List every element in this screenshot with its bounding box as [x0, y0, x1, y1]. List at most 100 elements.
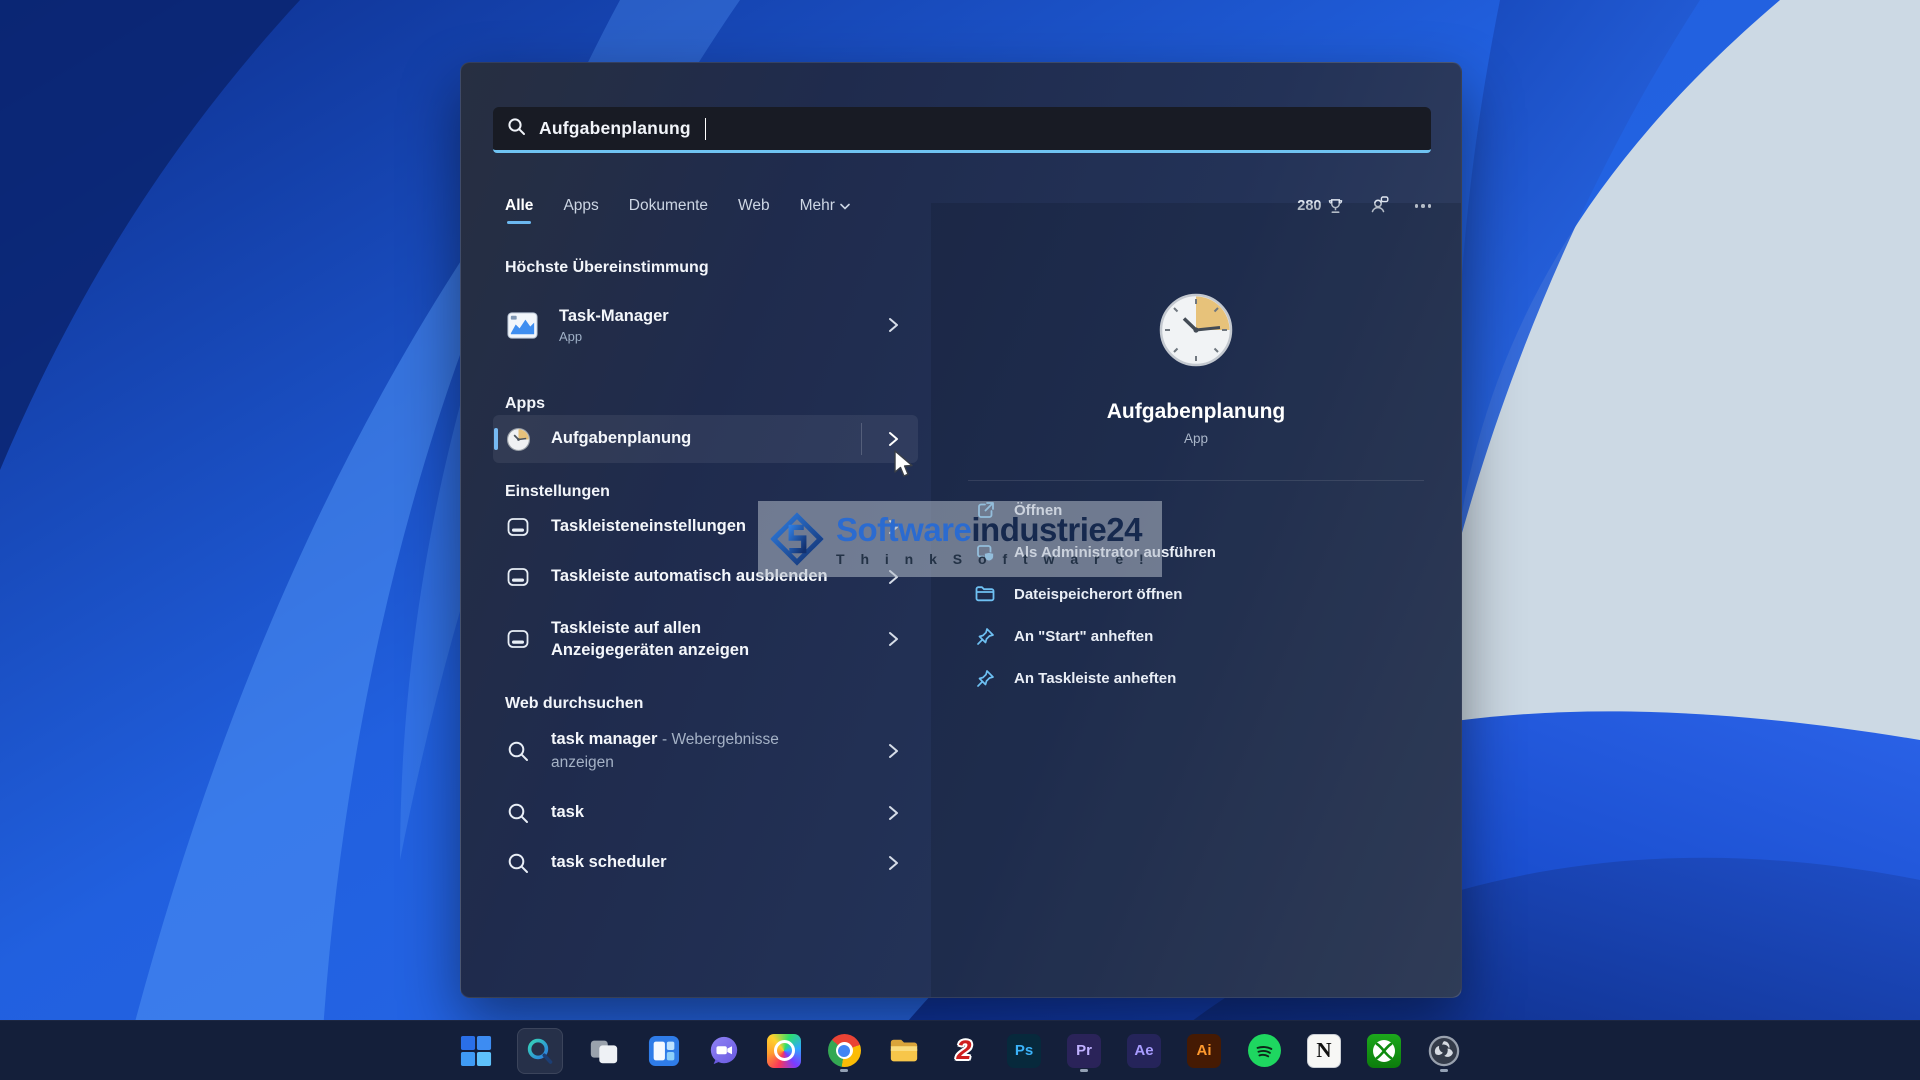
- action-label: Öffnen: [1014, 502, 1062, 519]
- running-indicator: [1080, 1069, 1088, 1072]
- result-title: Aufgabenplanung: [551, 428, 858, 449]
- notion-button[interactable]: N: [1305, 1028, 1343, 1074]
- preview-pane: Aufgabenplanung App Öffnen Als Administr…: [931, 203, 1461, 997]
- row-divider: [861, 423, 862, 455]
- tab-dokumente[interactable]: Dokumente: [629, 197, 708, 215]
- widgets-icon: [648, 1035, 680, 1067]
- section-heading-web: Web durchsuchen: [493, 695, 918, 713]
- result-web-task[interactable]: task: [493, 789, 918, 837]
- search-value: Aufgabenplanung: [539, 118, 691, 139]
- pin-icon: [975, 668, 995, 688]
- xbox-button[interactable]: [1365, 1028, 1403, 1074]
- illustrator-button[interactable]: Ai: [1185, 1028, 1223, 1074]
- task-scheduler-clock-icon-large: [1157, 291, 1235, 374]
- result-aufgabenplanung[interactable]: Aufgabenplanung: [493, 415, 918, 463]
- taskbar-search-button[interactable]: [517, 1028, 563, 1074]
- xbox-icon: [1367, 1034, 1401, 1068]
- preview-app-title: Aufgabenplanung: [1107, 400, 1285, 424]
- text-caret: [705, 118, 707, 140]
- chrome-button[interactable]: [825, 1028, 863, 1074]
- admin-shield-icon: [975, 542, 995, 562]
- preview-app-type: App: [1184, 431, 1208, 446]
- pin-icon: [975, 626, 995, 646]
- search-icon: [505, 738, 531, 764]
- task-scheduler-clock-icon: [505, 426, 531, 452]
- result-task-manager[interactable]: Task-Manager App: [493, 297, 918, 353]
- spotify-button[interactable]: [1245, 1028, 1283, 1074]
- search-input[interactable]: Aufgabenplanung: [493, 107, 1431, 153]
- app-2-button[interactable]: 2: [945, 1028, 983, 1074]
- chevron-right-icon[interactable]: [878, 631, 908, 647]
- section-heading-settings: Einstellungen: [493, 483, 918, 501]
- search-icon: [507, 117, 526, 141]
- adobe-creative-cloud-button[interactable]: [765, 1028, 803, 1074]
- after-effects-icon: Ae: [1127, 1034, 1161, 1068]
- action-pin-to-taskbar[interactable]: An Taskleiste anheften: [975, 657, 1461, 699]
- start-button[interactable]: [457, 1028, 495, 1074]
- chevron-right-icon[interactable]: [878, 855, 908, 871]
- video-chat-icon: [708, 1035, 740, 1067]
- illustrator-icon: Ai: [1187, 1034, 1221, 1068]
- action-label: An Taskleiste anheften: [1014, 670, 1176, 687]
- search-icon: [505, 800, 531, 826]
- result-title: task scheduler: [551, 852, 858, 873]
- chevron-right-icon[interactable]: [878, 317, 908, 333]
- preview-actions: Öffnen Als Administrator ausführen Datei…: [931, 481, 1461, 699]
- chevron-right-icon[interactable]: [878, 431, 908, 447]
- result-title: task: [551, 802, 858, 823]
- result-title: Taskleiste auf allen Anzeigegeräten anze…: [551, 617, 819, 662]
- result-subtitle: App: [559, 329, 858, 344]
- photoshop-icon: Ps: [1007, 1034, 1041, 1068]
- after-effects-button[interactable]: Ae: [1125, 1028, 1163, 1074]
- taskbar-settings-icon: [505, 564, 531, 590]
- result-title: Task-Manager: [559, 306, 858, 327]
- action-label: Als Administrator ausführen: [1014, 544, 1216, 561]
- chevron-right-icon[interactable]: [878, 743, 908, 759]
- chevron-right-icon[interactable]: [878, 519, 908, 535]
- action-run-as-admin[interactable]: Als Administrator ausführen: [975, 531, 1461, 573]
- chevron-right-icon[interactable]: [878, 805, 908, 821]
- running-indicator: [1440, 1069, 1448, 1072]
- folder-icon: [975, 584, 995, 604]
- action-open-file-location[interactable]: Dateispeicherort öffnen: [975, 573, 1461, 615]
- result-title: Taskleisteneinstellungen: [551, 516, 858, 537]
- premiere-pro-button[interactable]: Pr: [1065, 1028, 1103, 1074]
- result-taskleiste-ausblenden[interactable]: Taskleiste automatisch ausblenden: [493, 553, 918, 601]
- chrome-icon: [828, 1034, 861, 1067]
- result-title: Taskleiste automatisch ausblenden: [551, 566, 858, 587]
- open-icon: [975, 500, 995, 520]
- result-taskleisteneinstellungen[interactable]: Taskleisteneinstellungen: [493, 503, 918, 551]
- photoshop-button[interactable]: Ps: [1005, 1028, 1043, 1074]
- file-explorer-icon: [888, 1035, 920, 1067]
- tab-apps[interactable]: Apps: [563, 197, 598, 215]
- search-icon: [525, 1036, 555, 1066]
- windows-logo-icon: [460, 1035, 492, 1067]
- result-web-task-scheduler[interactable]: task scheduler: [493, 839, 918, 887]
- action-label: Dateispeicherort öffnen: [1014, 586, 1182, 603]
- result-title: task manager - Webergebnisse anzeigen: [551, 728, 819, 774]
- file-explorer-button[interactable]: [885, 1028, 923, 1074]
- section-heading-apps: Apps: [493, 395, 918, 413]
- task-view-icon: [588, 1035, 620, 1067]
- action-open[interactable]: Öffnen: [975, 489, 1461, 531]
- results-list: Höchste Übereinstimmung Task-Manager App…: [493, 241, 918, 887]
- taskbar-settings-icon: [505, 514, 531, 540]
- tab-web[interactable]: Web: [738, 197, 770, 215]
- chevron-right-icon[interactable]: [878, 569, 908, 585]
- running-indicator: [840, 1069, 848, 1072]
- result-web-task-manager[interactable]: task manager - Webergebnisse anzeigen: [493, 715, 918, 787]
- taskbar: 2 Ps Pr Ae Ai N: [0, 1020, 1920, 1080]
- action-pin-to-start[interactable]: An "Start" anheften: [975, 615, 1461, 657]
- chat-button[interactable]: [705, 1028, 743, 1074]
- obs-studio-button[interactable]: [1425, 1028, 1463, 1074]
- tab-mehr[interactable]: Mehr: [800, 197, 850, 215]
- task-view-button[interactable]: [585, 1028, 623, 1074]
- app-2-icon: 2: [956, 1035, 971, 1066]
- creative-cloud-icon: [767, 1034, 801, 1068]
- tab-alle[interactable]: Alle: [505, 197, 533, 215]
- obs-studio-icon: [1428, 1035, 1460, 1067]
- section-heading-best-match: Höchste Übereinstimmung: [493, 259, 918, 277]
- search-icon: [505, 850, 531, 876]
- result-taskleiste-anzeigegeraete[interactable]: Taskleiste auf allen Anzeigegeräten anze…: [493, 603, 918, 675]
- widgets-button[interactable]: [645, 1028, 683, 1074]
